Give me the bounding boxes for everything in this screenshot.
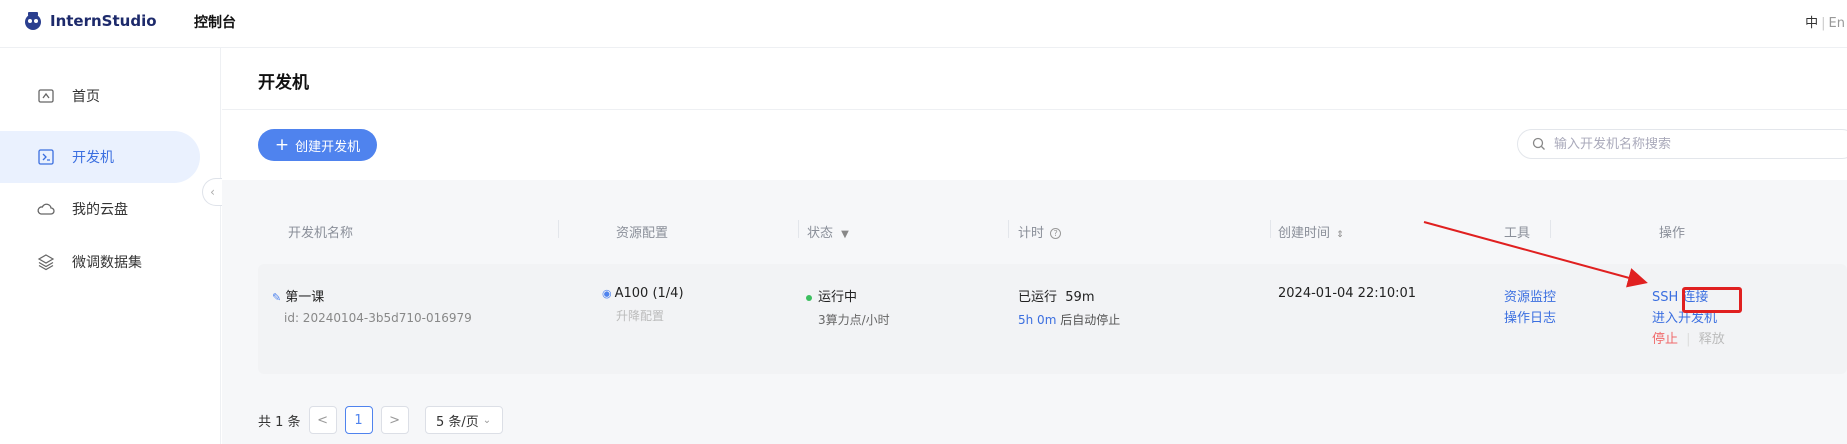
column-header-timer: 计时 ? xyxy=(1018,222,1062,241)
ssh-highlight-box xyxy=(1682,287,1742,313)
column-divider xyxy=(1550,220,1551,238)
lang-zh[interactable]: 中 xyxy=(1805,16,1818,31)
sort-icon[interactable]: ⇕ xyxy=(1336,230,1344,240)
column-header-created[interactable]: 创建时间 ⇕ xyxy=(1278,222,1344,241)
table-row: ✎ 第一课 id: 20240104-3b5d710-016979 ◉ A100 (… xyxy=(258,264,1847,374)
devmachine-table: 开发机名称 资源配置 状态 ▼ 计时 ? 创建时间 ⇕ 工具 操作 ✎ 第一课 … xyxy=(258,180,1847,424)
stop-link[interactable]: 停止 xyxy=(1652,332,1678,347)
machine-name: 第一课 xyxy=(285,290,325,305)
console-title[interactable]: 控制台 xyxy=(194,12,236,32)
sidebar-item-devmachine[interactable]: 开发机 xyxy=(0,131,200,183)
lang-en[interactable]: En xyxy=(1829,16,1845,31)
page-size-value: 5 条/页 xyxy=(435,414,479,430)
machine-name-cell: ✎ 第一课 id: 20240104-3b5d710-016979 xyxy=(272,286,472,325)
logo[interactable]: InternStudio xyxy=(22,10,157,32)
operation-log-link[interactable]: 操作日志 xyxy=(1504,307,1556,326)
lang-separator: | xyxy=(1821,16,1826,31)
help-icon[interactable]: ? xyxy=(1050,228,1062,239)
page-size-select[interactable]: 5 条/页 ⌄ xyxy=(424,406,503,434)
tools-cell: 资源监控 操作日志 xyxy=(1504,286,1556,326)
create-button-label: 创建开发机 xyxy=(295,139,361,155)
release-link[interactable]: 释放 xyxy=(1699,332,1725,347)
column-header-name: 开发机名称 xyxy=(288,226,354,241)
column-divider xyxy=(1008,220,1009,238)
timer-label: 已运行 xyxy=(1018,290,1058,305)
upgrade-config-link[interactable]: 升降配置 xyxy=(616,307,684,324)
top-bar: InternStudio 控制台 中 | En xyxy=(0,0,1847,48)
app: InternStudio 控制台 中 | En 首页 开发机 我的云盘 微调数据… xyxy=(0,0,1847,444)
language-switch[interactable]: 中 | En xyxy=(1805,12,1845,31)
resource-value: A100 (1/4) xyxy=(614,286,684,301)
next-page-button[interactable]: > xyxy=(380,406,409,434)
sidebar-item-label: 首页 xyxy=(72,89,100,105)
brand-name: InternStudio xyxy=(50,12,157,30)
column-divider xyxy=(798,220,799,238)
search-icon xyxy=(1532,137,1545,150)
column-divider xyxy=(1270,220,1271,238)
page-1-button[interactable]: 1 xyxy=(344,406,373,434)
chevron-down-icon: ⌄ xyxy=(482,414,492,426)
column-divider xyxy=(558,220,559,238)
column-header-tools: 工具 xyxy=(1504,226,1531,241)
create-devmachine-button[interactable]: + 创建开发机 xyxy=(258,129,377,161)
auto-stop-text: 后自动停止 xyxy=(1060,313,1121,327)
created-time: 2024-01-04 22:10:01 xyxy=(1278,286,1417,301)
resource-monitor-link[interactable]: 资源监控 xyxy=(1504,286,1556,305)
sidebar-item-label: 微调数据集 xyxy=(72,255,142,271)
column-header-timer-label: 计时 xyxy=(1018,226,1045,241)
timer-value: 59m xyxy=(1065,290,1095,305)
column-header-ops: 操作 xyxy=(1659,226,1686,241)
eye-icon[interactable]: ◉ xyxy=(602,287,612,300)
resource-cell: ◉ A100 (1/4) 升降配置 xyxy=(602,286,684,324)
edit-icon[interactable]: ✎ xyxy=(272,291,281,304)
sidebar-item-home[interactable]: 首页 xyxy=(0,70,200,122)
filter-icon[interactable]: ▼ xyxy=(841,229,849,240)
collapse-sidebar-button[interactable]: ‹ xyxy=(202,178,222,206)
column-header-status[interactable]: 状态 ▼ xyxy=(807,222,849,241)
timer-cell: 已运行 59m 5h 0m 后自动停止 xyxy=(1018,286,1120,328)
page-header: 开发机 xyxy=(222,48,1847,110)
page-title: 开发机 xyxy=(258,73,309,93)
column-header-status-label: 状态 xyxy=(807,226,834,241)
table-area: 开发机名称 资源配置 状态 ▼ 计时 ? 创建时间 ⇕ 工具 操作 ✎ 第一课 … xyxy=(222,180,1847,444)
plus-icon: + xyxy=(274,134,290,155)
logo-icon xyxy=(25,12,41,30)
sidebar: 首页 开发机 我的云盘 微调数据集 ‹ xyxy=(0,48,222,444)
status-rate: 3算力点/小时 xyxy=(818,313,890,327)
ops-separator: | xyxy=(1686,332,1691,347)
total-count: 共 1 条 xyxy=(258,414,301,430)
sidebar-item-datasets[interactable]: 微调数据集 xyxy=(0,236,200,288)
sidebar-item-label: 开发机 xyxy=(72,150,114,166)
home-icon xyxy=(36,86,56,106)
sidebar-item-cloud[interactable]: 我的云盘 xyxy=(0,183,200,235)
main-content: 开发机 + 创建开发机 开发机名称 资源配置 状态 ▼ 计时 xyxy=(222,48,1847,444)
status-cell: 运行中 3算力点/小时 xyxy=(806,286,890,328)
terminal-icon xyxy=(36,147,56,167)
sidebar-item-label: 我的云盘 xyxy=(72,202,128,218)
cloud-icon xyxy=(36,199,56,219)
prev-page-button[interactable]: < xyxy=(308,406,337,434)
pagination: 共 1 条 < 1 > 5 条/页 ⌄ xyxy=(258,406,503,434)
status-value: 运行中 xyxy=(818,290,858,305)
chevron-left-icon: ‹ xyxy=(210,185,215,199)
auto-stop-time[interactable]: 5h 0m xyxy=(1018,313,1056,327)
search-input[interactable] xyxy=(1554,136,1834,152)
search-box[interactable] xyxy=(1517,129,1847,159)
column-header-resource: 资源配置 xyxy=(616,226,669,241)
machine-id: id: 20240104-3b5d710-016979 xyxy=(284,311,472,325)
column-header-created-label: 创建时间 xyxy=(1278,226,1331,241)
layers-icon xyxy=(36,252,56,272)
running-dot xyxy=(806,294,812,301)
